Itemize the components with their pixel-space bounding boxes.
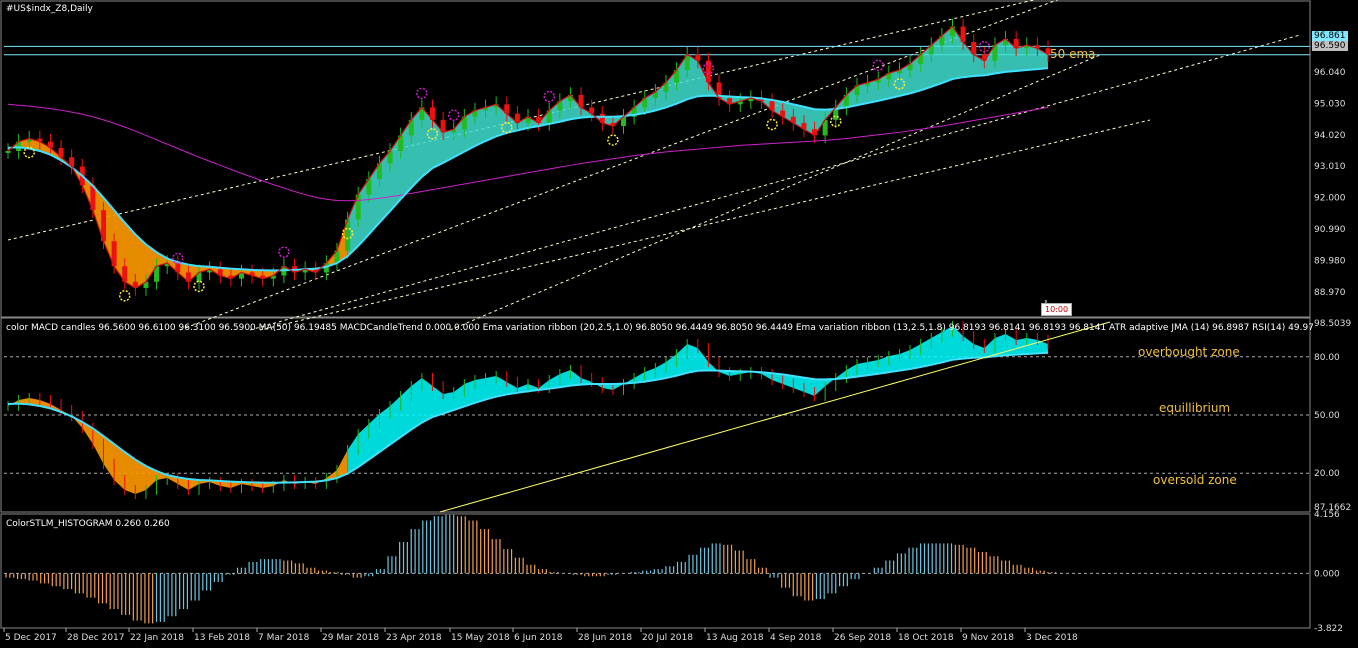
indicator-tick-label: 98.5039 bbox=[1314, 319, 1351, 329]
equilibrium-zone-label: equillibrium bbox=[1159, 401, 1231, 415]
signal-marker bbox=[416, 87, 428, 100]
main-panel-title: #US$indx_Z8,Daily bbox=[6, 4, 93, 14]
price-tick-label: 96.040 bbox=[1314, 68, 1346, 78]
signal-marker bbox=[872, 59, 884, 72]
time-tick-label: 6 Jun 2018 bbox=[514, 633, 563, 643]
time-tick-label: 13 Feb 2018 bbox=[194, 633, 250, 643]
trend-channel-line bbox=[179, 0, 1059, 331]
time-tick-label: 4 Sep 2018 bbox=[770, 633, 822, 643]
close-line bbox=[7, 25, 1049, 289]
signal-marker bbox=[278, 246, 290, 258]
overbought-zone-label: overbought zone bbox=[1138, 345, 1240, 359]
price-tag-top: 96.861 bbox=[1312, 31, 1348, 41]
ind-trend-line bbox=[439, 321, 1111, 513]
price-tick-label: 92.000 bbox=[1314, 194, 1346, 204]
signal-marker bbox=[766, 118, 778, 131]
oversold-zone-label: oversold zone bbox=[1153, 473, 1237, 487]
trend-channel-line bbox=[7, 0, 1036, 241]
histogram-panel-frame bbox=[0, 513, 1311, 629]
price-tick-label: 93.010 bbox=[1314, 162, 1346, 172]
time-tick-label: 3 Dec 2018 bbox=[1026, 633, 1078, 643]
time-tick-label: 5 Dec 2017 bbox=[5, 633, 57, 643]
time-marker-label: 10:00 bbox=[1041, 303, 1073, 316]
ind-ema-line bbox=[7, 351, 1049, 484]
time-tick-label: 26 Sep 2018 bbox=[834, 633, 891, 643]
hist-tick-label: -3.822 bbox=[1314, 624, 1343, 634]
time-tick-label: 13 Aug 2018 bbox=[706, 633, 764, 643]
time-tick-label: 9 Nov 2018 bbox=[962, 633, 1014, 643]
price-tag-bottom: 96.590 bbox=[1312, 41, 1348, 51]
price-tick-label: 88.970 bbox=[1314, 288, 1346, 298]
price-tick-label: 95.030 bbox=[1314, 99, 1346, 109]
indicator-panel-title: color MACD candles 96.5600 96.6100 96.31… bbox=[6, 323, 1314, 333]
ema50-line bbox=[7, 67, 1049, 272]
indicator-tick-label: 20.00 bbox=[1314, 469, 1340, 479]
time-tick-label: 7 Mar 2018 bbox=[258, 633, 310, 643]
histogram-panel-title: ColorSTLM_HISTOGRAM 0.260 0.260 bbox=[6, 519, 170, 529]
signal-marker bbox=[543, 90, 555, 103]
hist-tick-label: 4.156 bbox=[1314, 510, 1340, 520]
price-tick-label: 90.990 bbox=[1314, 225, 1346, 235]
indicator-tick-label: 50.00 bbox=[1314, 411, 1340, 421]
candle-body bbox=[5, 150, 11, 153]
time-tick-label: 18 Oct 2018 bbox=[898, 633, 954, 643]
time-tick-label: 22 Jan 2018 bbox=[130, 633, 184, 643]
price-tick-label: 94.020 bbox=[1314, 131, 1346, 141]
time-tick-label: 20 Jul 2018 bbox=[642, 633, 693, 643]
price-tick-label: 89.980 bbox=[1314, 257, 1346, 267]
signal-marker bbox=[447, 109, 460, 121]
time-tick-label: 28 Jun 2018 bbox=[578, 633, 632, 643]
time-tick-label: 28 Dec 2017 bbox=[67, 633, 125, 643]
time-tick-label: 23 Apr 2018 bbox=[386, 633, 442, 643]
signal-marker bbox=[607, 134, 619, 146]
indicator-tick-label: 80.00 bbox=[1314, 353, 1340, 363]
trend-channel-line bbox=[449, 54, 1101, 331]
signal-marker bbox=[118, 290, 131, 302]
time-tick-label: 15 May 2018 bbox=[451, 633, 510, 643]
hist-tick-label: 0.000 bbox=[1314, 569, 1340, 579]
time-tick-label: 29 Mar 2018 bbox=[322, 633, 379, 643]
ema-label: 50 ema bbox=[1050, 47, 1096, 61]
